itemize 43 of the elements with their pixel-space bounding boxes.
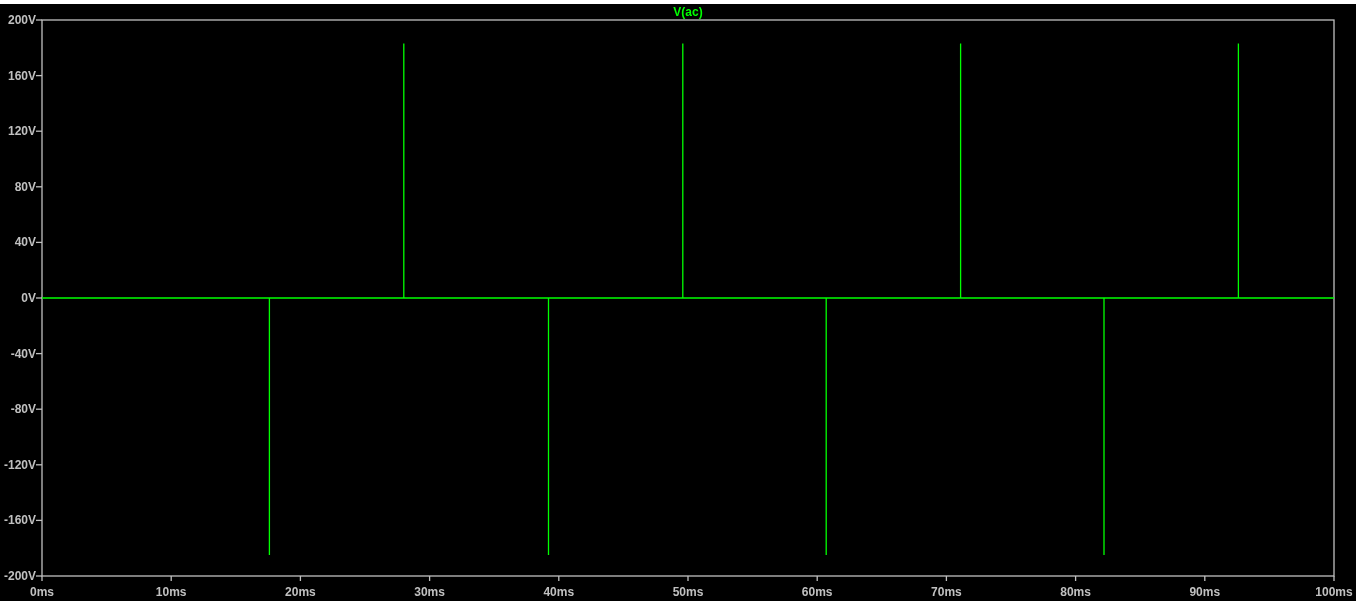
x-tick-label: 70ms	[931, 585, 962, 599]
tick-mark	[35, 130, 43, 132]
y-tick-label: 80V	[14, 179, 36, 194]
tick-mark	[1204, 575, 1206, 582]
tick-mark	[170, 575, 172, 582]
tick-mark	[1074, 575, 1077, 582]
x-tick-label: 100ms	[1315, 585, 1353, 599]
y-tick-label: 0V	[21, 291, 36, 305]
tick-mark	[35, 519, 43, 522]
x-tick-label: 50ms	[672, 585, 704, 599]
y-tick-label: 120V	[7, 124, 36, 139]
tick-mark	[35, 19, 43, 21]
tick-mark	[35, 352, 43, 355]
tick-mark	[428, 575, 431, 582]
y-tick-label: -80V	[10, 402, 36, 417]
y-tick-label: 40V	[14, 235, 36, 250]
tick-mark	[299, 575, 302, 582]
tick-mark	[35, 186, 43, 188]
tick-mark	[816, 575, 818, 582]
y-tick-label: -120V	[3, 457, 36, 472]
y-tick-label: 200V	[7, 13, 36, 27]
tick-mark	[1333, 575, 1335, 582]
y-tick-label: -160V	[3, 513, 36, 528]
y-tick-label: -40V	[10, 346, 36, 361]
x-tick-label: 40ms	[543, 585, 575, 599]
tick-mark	[35, 297, 43, 299]
x-tick-label: 0ms	[30, 585, 54, 599]
x-tick-label: 10ms	[155, 585, 187, 599]
tick-mark	[35, 241, 43, 244]
tick-mark	[945, 575, 948, 582]
tick-mark	[35, 464, 43, 466]
tick-mark	[35, 408, 43, 410]
tick-mark	[558, 575, 560, 582]
y-tick-label: -200V	[3, 569, 36, 583]
y-tick-label: 160V	[7, 68, 36, 83]
tick-mark	[35, 74, 43, 77]
x-tick-label: 80ms	[1060, 585, 1091, 599]
x-tick-label: 90ms	[1189, 585, 1221, 599]
tick-mark	[687, 575, 689, 582]
x-tick-label: 20ms	[285, 585, 316, 599]
x-tick-label: 30ms	[414, 585, 445, 599]
x-tick-label: 60ms	[801, 585, 833, 599]
trace-title[interactable]: V(ac)	[673, 5, 703, 19]
